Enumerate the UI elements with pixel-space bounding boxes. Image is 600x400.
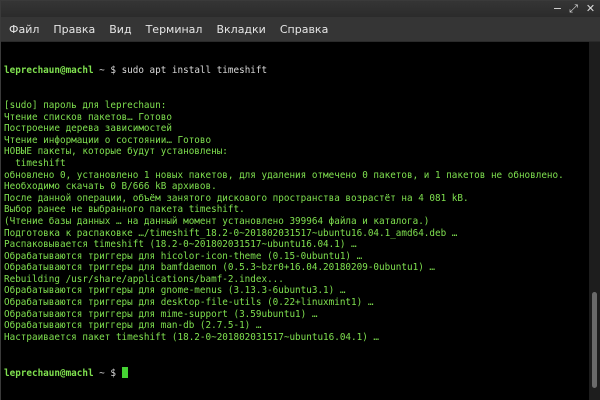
output-line: Обрабатываются триггеры для desktop-file…: [4, 297, 374, 309]
menu-help[interactable]: Справка: [273, 23, 335, 36]
terminal-lines: leprechaun@machl ~ $ sudo apt install ti…: [4, 42, 564, 400]
terminal-window: − ⤢ ✕ Файл Правка Вид Терминал Вкладки С…: [0, 0, 600, 400]
text-cursor: [121, 366, 128, 378]
output-block: [sudo] пароль для leprechaun: Чтение спис…: [4, 100, 564, 343]
output-line: НОВЫЕ пакеты, которые будут установлены:: [4, 146, 228, 158]
prompt-symbol: ~ $: [93, 367, 122, 379]
title-bar[interactable]: − ⤢ ✕: [1, 1, 600, 17]
active-prompt-line: leprechaun@machl ~ $: [4, 366, 564, 379]
output-line: Построение дерева зависимостей: [4, 123, 172, 135]
terminal-output-area[interactable]: leprechaun@machl ~ $ sudo apt install ti…: [1, 42, 589, 400]
output-line: После данной операции, объём занятого ди…: [4, 192, 469, 204]
maximize-icon[interactable]: ⤢: [567, 3, 580, 15]
output-line: Подготовка к распаковке …/timeshift_18.2…: [4, 227, 458, 239]
menu-terminal[interactable]: Терминал: [139, 23, 210, 36]
scrollbar-thumb[interactable]: [592, 292, 597, 388]
close-icon[interactable]: ✕: [584, 3, 597, 15]
menu-tabs[interactable]: Вкладки: [209, 23, 272, 36]
menu-edit[interactable]: Правка: [46, 23, 102, 36]
command-prompt-line: leprechaun@machl ~ $ sudo apt install ti…: [4, 65, 564, 77]
output-line: (Чтение базы данных … на данный момент у…: [4, 215, 430, 227]
typed-command: sudo apt install timeshift: [121, 65, 268, 77]
output-line: Обрабатываются триггеры для mime-support…: [4, 308, 318, 320]
output-line: Чтение списков пакетов… Готово: [4, 111, 172, 123]
menu-view[interactable]: Вид: [102, 23, 138, 36]
output-line: [sudo] пароль для leprechaun:: [4, 99, 167, 111]
output-line: Необходимо скачать 0 B/666 kB архивов.: [4, 181, 217, 193]
output-line: Обрабатываются триггеры для hicolor-icon…: [4, 250, 363, 262]
output-line: Обрабатываются триггеры для man-db (2.7.…: [4, 320, 262, 332]
prompt-user-host: leprechaun@machl: [4, 367, 94, 379]
menu-bar: Файл Правка Вид Терминал Вкладки Справка: [1, 17, 600, 42]
output-line: обновлено 0, установлено 1 новых пакетов…: [4, 169, 564, 181]
output-line: timeshift: [4, 157, 66, 169]
scrollbar[interactable]: [589, 42, 600, 400]
prompt-user-host: leprechaun@machl: [4, 65, 94, 77]
prompt-symbol: ~ $: [93, 65, 122, 77]
output-line: Настраивается пакет timeshift (18.2-0~20…: [4, 331, 380, 343]
menu-file[interactable]: Файл: [1, 23, 46, 36]
minimize-icon[interactable]: −: [551, 3, 564, 15]
output-line: Распаковывается timeshift (18.2-0~201802…: [4, 239, 357, 251]
output-line: Rebuilding /usr/share/applications/bamf-…: [4, 273, 284, 285]
output-line: Обрабатываются триггеры для bamfdaemon (…: [4, 262, 435, 274]
output-line: Чтение информации о состоянии… Готово: [4, 134, 212, 146]
output-line: Выбор ранее не выбранного пакета timeshi…: [4, 204, 245, 216]
output-line: Обрабатываются триггеры для gnome-menus …: [4, 285, 346, 297]
